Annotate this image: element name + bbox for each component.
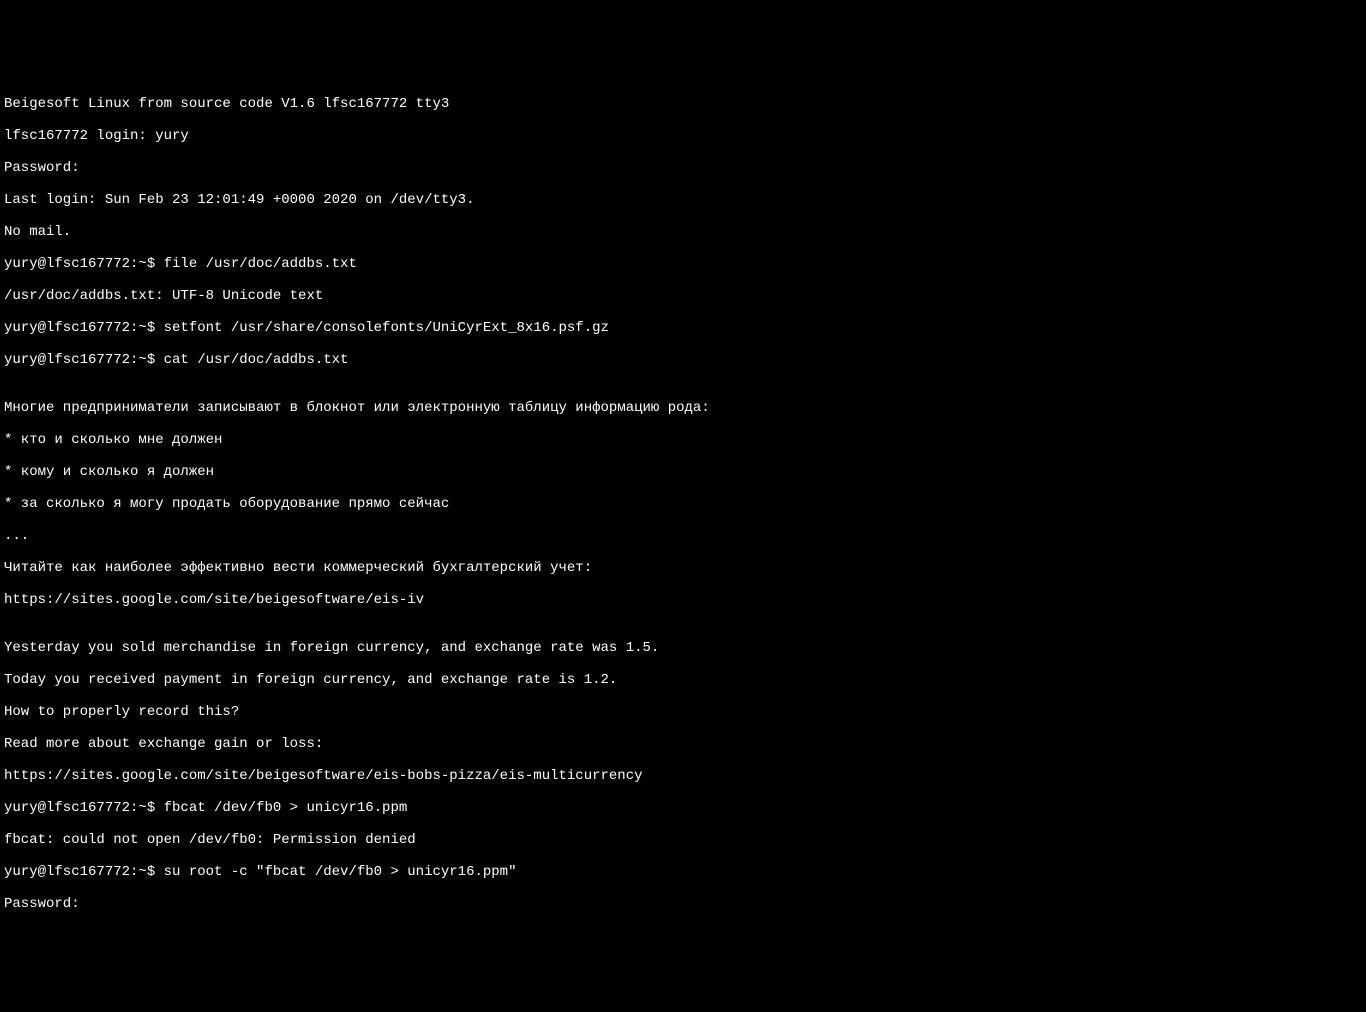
text-content: * кому и сколько я должен <box>4 464 1362 480</box>
command-su-root: yury@lfsc167772:~$ su root -c "fbcat /de… <box>4 864 1362 880</box>
last-login-line: Last login: Sun Feb 23 12:01:49 +0000 20… <box>4 192 1362 208</box>
text-content: How to properly record this? <box>4 704 1362 720</box>
text-content: ... <box>4 528 1362 544</box>
command-setfont: yury@lfsc167772:~$ setfont /usr/share/co… <box>4 320 1362 336</box>
text-content: Читайте как наиболее эффективно вести ко… <box>4 560 1362 576</box>
error-permission-denied: fbcat: could not open /dev/fb0: Permissi… <box>4 832 1362 848</box>
output-file-type: /usr/doc/addbs.txt: UTF-8 Unicode text <box>4 288 1362 304</box>
banner-line: Beigesoft Linux from source code V1.6 lf… <box>4 96 1362 112</box>
url-line: https://sites.google.com/site/beigesoftw… <box>4 768 1362 784</box>
text-content: Read more about exchange gain or loss: <box>4 736 1362 752</box>
command-cat: yury@lfsc167772:~$ cat /usr/doc/addbs.tx… <box>4 352 1362 368</box>
command-file: yury@lfsc167772:~$ file /usr/doc/addbs.t… <box>4 256 1362 272</box>
password-prompt-su: Password: <box>4 896 1362 912</box>
text-content: Today you received payment in foreign cu… <box>4 672 1362 688</box>
url-line: https://sites.google.com/site/beigesoftw… <box>4 592 1362 608</box>
text-content: Многие предприниматели записывают в блок… <box>4 400 1362 416</box>
login-prompt: lfsc167772 login: yury <box>4 128 1362 144</box>
password-prompt: Password: <box>4 160 1362 176</box>
no-mail-line: No mail. <box>4 224 1362 240</box>
terminal-output[interactable]: Beigesoft Linux from source code V1.6 lf… <box>0 64 1366 932</box>
text-content: Yesterday you sold merchandise in foreig… <box>4 640 1362 656</box>
command-fbcat: yury@lfsc167772:~$ fbcat /dev/fb0 > unic… <box>4 800 1362 816</box>
text-content: * кто и сколько мне должен <box>4 432 1362 448</box>
text-content: * за сколько я могу продать оборудование… <box>4 496 1362 512</box>
